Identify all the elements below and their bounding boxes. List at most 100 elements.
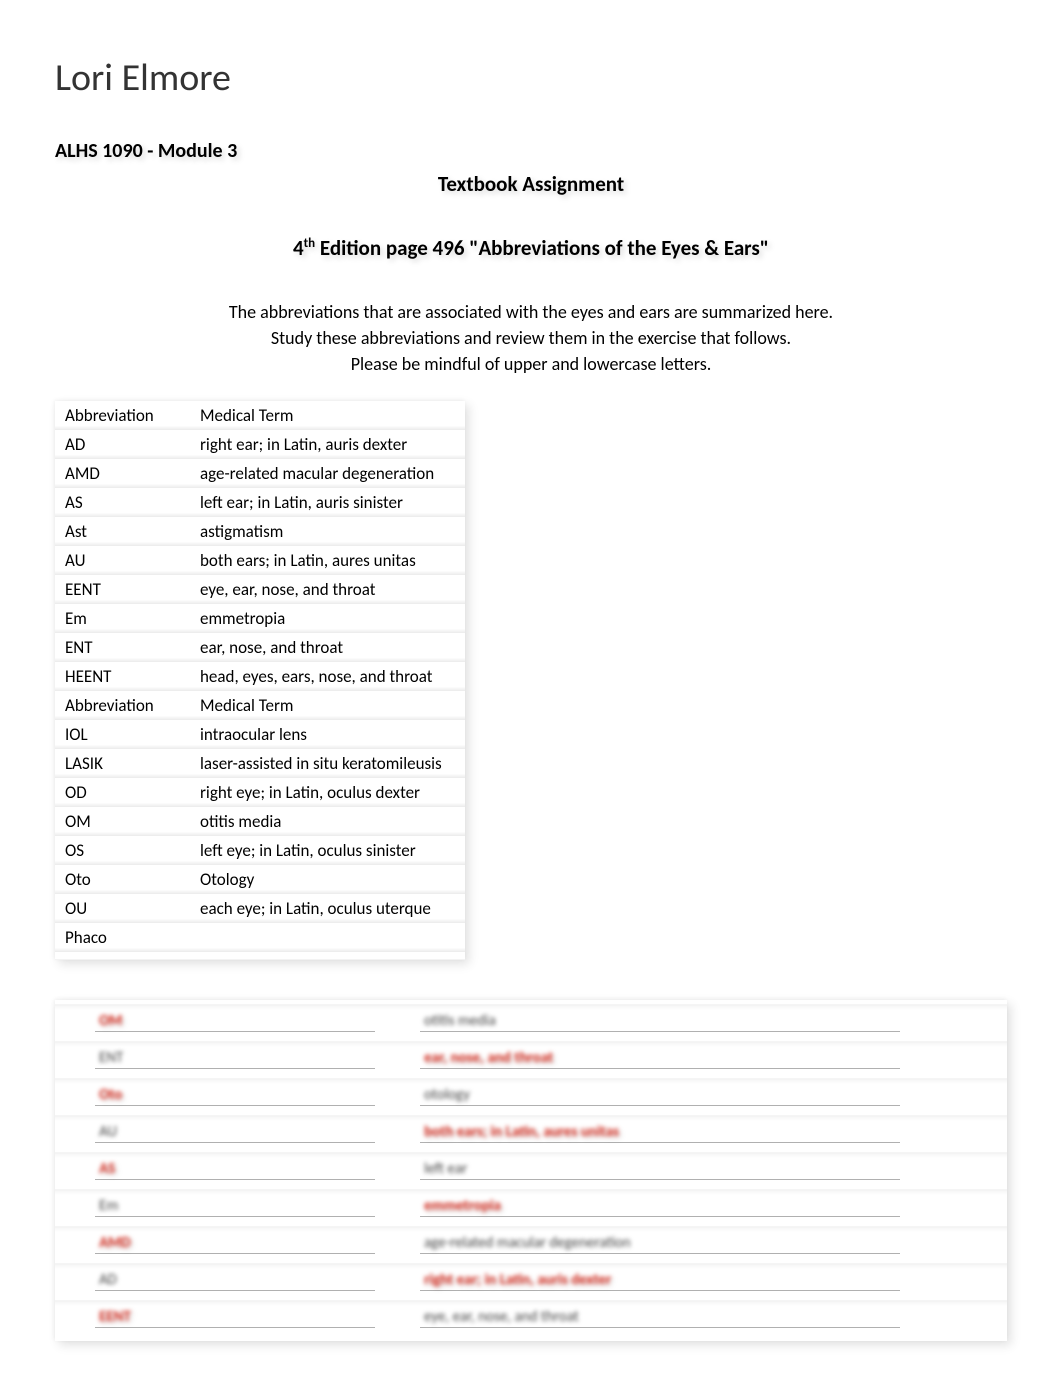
abbrev-cell: AMD [55, 459, 190, 488]
exercise-row: Oto otology [55, 1079, 1007, 1109]
term-cell: age-related macular degeneration [190, 459, 465, 488]
header-abbreviation: Abbreviation [55, 401, 190, 430]
course-module: ALHS 1090 - Module 3 [55, 139, 1007, 163]
exercise-answer-right: ear, nose, and throat [424, 1049, 553, 1067]
table-header-row: Abbreviation Medical Term [55, 401, 465, 430]
table-row: ENTear, nose, and throat [55, 633, 465, 662]
exercise-blank-left[interactable]: Em [95, 1195, 375, 1217]
table-row: Ememmetropia [55, 604, 465, 633]
exercise-right-cell: age-related macular degeneration [400, 1227, 1007, 1257]
abbrev-cell: AU [55, 546, 190, 575]
exercise-answer-left: AD [99, 1271, 117, 1289]
exercise-answer-left: Em [99, 1197, 118, 1215]
table-row: AMDage-related macular degeneration [55, 459, 465, 488]
exercise-right-cell: both ears; in Latin, aures unitas [400, 1116, 1007, 1146]
term-cell: otitis media [190, 807, 465, 836]
exercise-row: EENT eye, ear, nose, and throat [55, 1301, 1007, 1331]
abbrev-cell: LASIK [55, 749, 190, 778]
term-cell: left eye; in Latin, oculus sinister [190, 836, 465, 865]
exercise-blank-left[interactable]: EENT [95, 1306, 375, 1328]
exercise-blank-left[interactable]: AD [95, 1269, 375, 1291]
exercise-row: AU both ears; in Latin, aures unitas [55, 1116, 1007, 1146]
exercise-blank-left[interactable]: ENT [95, 1047, 375, 1069]
exercise-blank-right[interactable]: otology [420, 1084, 900, 1106]
abbrev-cell [55, 952, 190, 960]
table-row: Astastigmatism [55, 517, 465, 546]
table-row: ASleft ear; in Latin, auris sinister [55, 488, 465, 517]
exercise-row: AMD age-related macular degeneration [55, 1227, 1007, 1257]
table-row [55, 952, 465, 960]
exercise-left-cell: EENT [55, 1301, 400, 1331]
exercise-blank-right[interactable]: ear, nose, and throat [420, 1047, 900, 1069]
exercise-answer-left: OM [99, 1012, 122, 1030]
exercise-row: AD right ear; in Latin, auris dexter [55, 1264, 1007, 1294]
exercise-blank-left[interactable]: AS [95, 1158, 375, 1180]
abbrev-cell: Phaco [55, 923, 190, 952]
abbrev-cell: OD [55, 778, 190, 807]
exercise-blank-right[interactable]: emmetropia [420, 1195, 900, 1217]
edition-line: 4th Edition page 496 "Abbreviations of t… [55, 235, 1007, 261]
exercise-answer-right: age-related macular degeneration [424, 1234, 631, 1252]
exercise-left-cell: OM [55, 1005, 400, 1035]
exercise-left-cell: AMD [55, 1227, 400, 1257]
header-medical-term: Medical Term [190, 401, 465, 430]
abbrev-cell: Abbreviation [55, 691, 190, 720]
abbrev-cell: ENT [55, 633, 190, 662]
exercise-blank-right[interactable]: left ear [420, 1158, 900, 1180]
exercise-right-cell: eye, ear, nose, and throat [400, 1301, 1007, 1331]
term-cell: right ear; in Latin, auris dexter [190, 430, 465, 459]
abbrev-cell: HEENT [55, 662, 190, 691]
exercise-row: AS left ear [55, 1153, 1007, 1183]
table-row: ODright eye; in Latin, oculus dexter [55, 778, 465, 807]
exercise-blank-right[interactable]: eye, ear, nose, and throat [420, 1306, 900, 1328]
term-cell: Otology [190, 865, 465, 894]
exercise-table: OM otitis media ENT ear, nose, and throat Ot… [55, 1004, 1007, 1337]
exercise-left-cell: AD [55, 1264, 400, 1294]
exercise-blank-right[interactable]: age-related macular degeneration [420, 1232, 900, 1254]
intro-text: The abbreviations that are associated wi… [55, 299, 1007, 377]
exercise-left-cell: AS [55, 1153, 400, 1183]
exercise-answer-left: AMD [99, 1234, 131, 1252]
exercise-right-cell: emmetropia [400, 1190, 1007, 1220]
term-cell: emmetropia [190, 604, 465, 633]
edition-rest: Edition page 496 "Abbreviations of the E… [315, 235, 769, 261]
exercise-blank-left[interactable]: OM [95, 1010, 375, 1032]
abbrev-cell: Em [55, 604, 190, 633]
author-name: Lori Elmore [55, 55, 1007, 101]
table-row: OtoOtology [55, 865, 465, 894]
exercise-left-cell: ENT [55, 1042, 400, 1072]
abbreviation-table: Abbreviation Medical Term ADright ear; i… [55, 401, 465, 960]
intro-line-3: Please be mindful of upper and lowercase… [55, 351, 1007, 377]
table-row: HEENThead, eyes, ears, nose, and throat [55, 662, 465, 691]
exercise-answer-left: Oto [99, 1086, 122, 1104]
exercise-answer-right: eye, ear, nose, and throat [424, 1308, 579, 1326]
table-row: AbbreviationMedical Term [55, 691, 465, 720]
exercise-right-cell: otology [400, 1079, 1007, 1109]
abbrev-cell: EENT [55, 575, 190, 604]
exercise-row: Em emmetropia [55, 1190, 1007, 1220]
exercise-right-cell: ear, nose, and throat [400, 1042, 1007, 1072]
exercise-blank-left[interactable]: AMD [95, 1232, 375, 1254]
table-row: AUboth ears; in Latin, aures unitas [55, 546, 465, 575]
intro-line-2: Study these abbreviations and review the… [55, 325, 1007, 351]
abbrev-cell: Oto [55, 865, 190, 894]
term-cell: eye, ear, nose, and throat [190, 575, 465, 604]
exercise-blank-left[interactable]: AU [95, 1121, 375, 1143]
term-cell: both ears; in Latin, aures unitas [190, 546, 465, 575]
exercise-blank-right[interactable]: otitis media [420, 1010, 900, 1032]
edition-suffix: th [304, 236, 315, 251]
exercise-answer-right: left ear [424, 1160, 467, 1178]
term-cell: each eye; in Latin, oculus uterque [190, 894, 465, 923]
table-row: ADright ear; in Latin, auris dexter [55, 430, 465, 459]
table-row: Phaco [55, 923, 465, 952]
exercise-blank-right[interactable]: right ear; in Latin, auris dexter [420, 1269, 900, 1291]
exercise-left-cell: AU [55, 1116, 400, 1146]
term-cell: head, eyes, ears, nose, and throat [190, 662, 465, 691]
exercise-row: ENT ear, nose, and throat [55, 1042, 1007, 1072]
exercise-left-cell: Oto [55, 1079, 400, 1109]
exercise-blank-right[interactable]: both ears; in Latin, aures unitas [420, 1121, 900, 1143]
assignment-title: Textbook Assignment [55, 171, 1007, 197]
term-cell: Medical Term [190, 691, 465, 720]
exercise-left-cell: Em [55, 1190, 400, 1220]
exercise-blank-left[interactable]: Oto [95, 1084, 375, 1106]
